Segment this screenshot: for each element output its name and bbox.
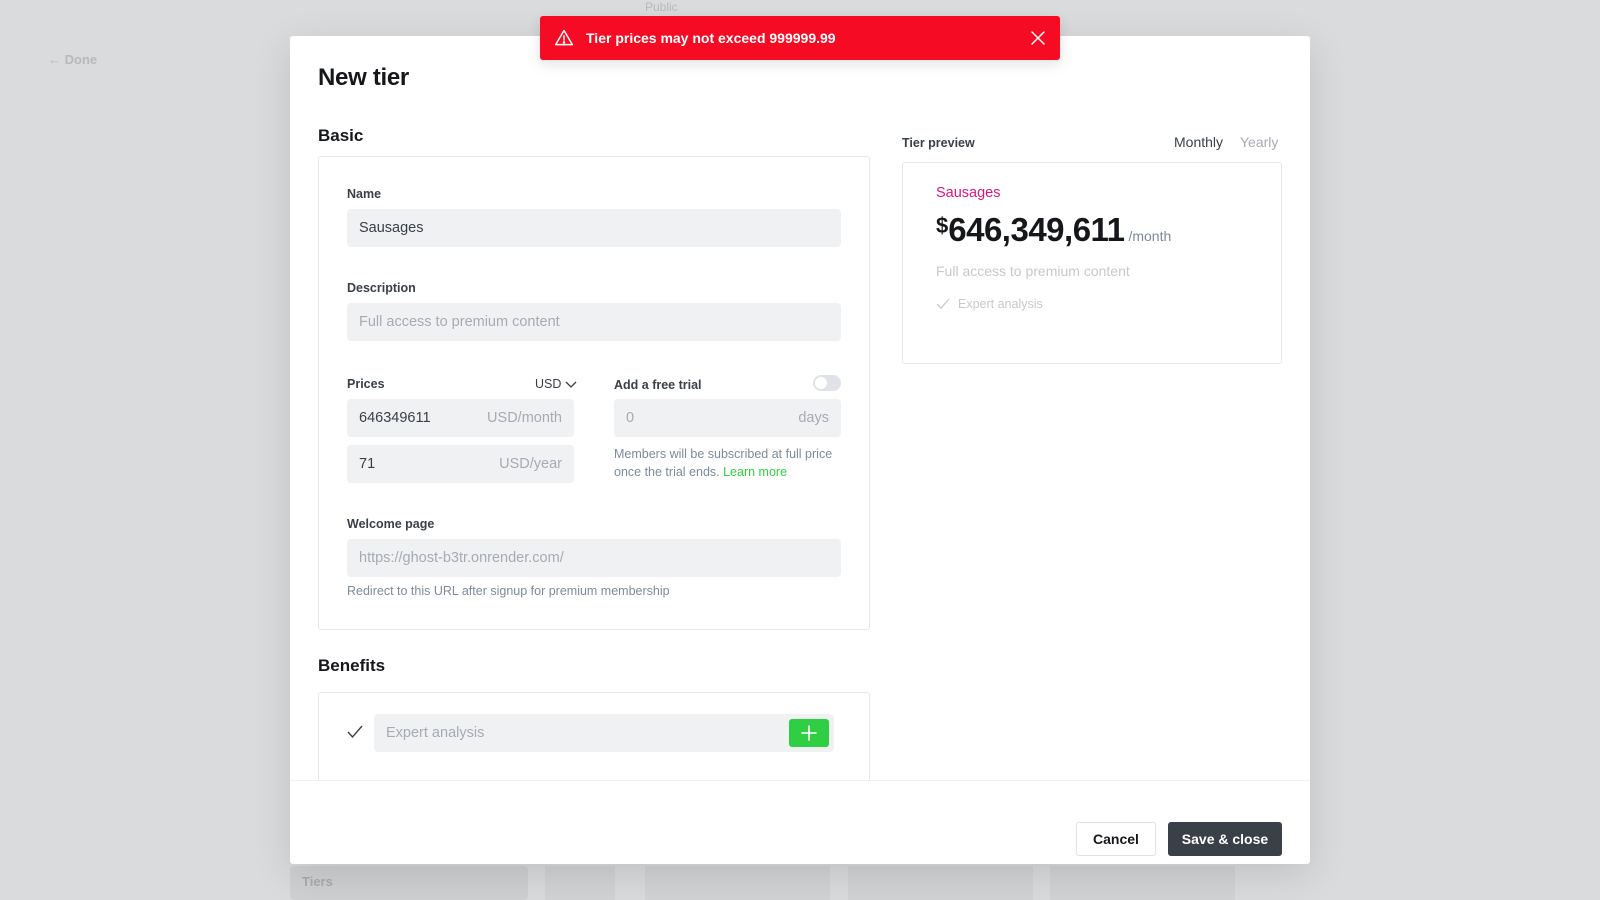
description-input[interactable]: Full access to premium content: [347, 303, 841, 341]
bg-block: [645, 866, 830, 900]
bg-block: [848, 866, 1033, 900]
monthly-price-value: 646349611: [359, 410, 431, 426]
basic-card: Name Sausages Description Full access to…: [318, 156, 870, 630]
basic-section-title: Basic: [318, 126, 364, 145]
preview-benefit-text: Expert analysis: [958, 297, 1043, 311]
trial-days-placeholder: 0: [626, 410, 635, 426]
trial-label: Add a free trial: [614, 378, 702, 392]
welcome-page-hint: Redirect to this URL after signup for pr…: [347, 584, 670, 598]
add-benefit-button[interactable]: [789, 719, 829, 747]
currency-value: USD: [535, 377, 562, 391]
monthly-price-input[interactable]: 646349611 USD/month: [347, 399, 574, 437]
preview-description: Full access to premium content: [936, 263, 1130, 279]
tiers-label: Tiers: [302, 874, 333, 889]
benefits-section-title: Benefits: [318, 656, 386, 675]
check-icon: [936, 298, 950, 310]
benefit-placeholder: Expert analysis: [386, 725, 485, 741]
error-toast: Tier prices may not exceed 999999.99: [540, 16, 1060, 60]
trial-days-input[interactable]: 0 days: [614, 399, 841, 437]
description-label: Description: [347, 281, 416, 295]
trial-toggle[interactable]: [813, 375, 841, 391]
yearly-toggle[interactable]: Yearly: [1240, 134, 1278, 150]
preview-price: $ 646,349,611 /month: [936, 211, 1171, 249]
toast-message: Tier prices may not exceed 999999.99: [586, 30, 836, 46]
yearly-price-suffix: USD/year: [499, 456, 562, 472]
bg-block: [1050, 866, 1235, 900]
save-close-button[interactable]: Save & close: [1168, 822, 1282, 856]
preview-amount: 646,349,611: [948, 211, 1125, 248]
modal-title: New tier: [318, 64, 409, 91]
footer-divider: [290, 780, 1310, 781]
trial-hint: Members will be subscribed at full price…: [614, 445, 834, 481]
welcome-page-label: Welcome page: [347, 517, 435, 531]
cancel-button[interactable]: Cancel: [1076, 822, 1156, 856]
preview-currency-symbol: $: [936, 213, 949, 238]
preview-benefit: Expert analysis: [936, 297, 1043, 311]
currency-select[interactable]: USD: [535, 377, 577, 391]
benefits-card: Expert analysis: [318, 692, 870, 782]
yearly-price-value: 71: [359, 456, 376, 472]
preview-period: /month: [1128, 228, 1172, 244]
preview-tier-name: Sausages: [936, 185, 1001, 201]
trial-days-suffix: days: [798, 410, 829, 426]
check-icon: [347, 725, 363, 739]
tiers-tab[interactable]: Tiers: [290, 866, 528, 900]
monthly-price-suffix: USD/month: [487, 410, 562, 426]
name-input-value: Sausages: [359, 220, 424, 236]
name-label: Name: [347, 187, 382, 201]
tier-preview-card: Sausages $ 646,349,611 /month Full acces…: [902, 162, 1282, 364]
public-label: Public: [645, 0, 678, 14]
welcome-page-input[interactable]: https://ghost-b3tr.onrender.com/: [347, 539, 841, 577]
name-input[interactable]: Sausages: [347, 209, 841, 247]
monthly-toggle[interactable]: Monthly: [1174, 134, 1223, 150]
benefit-input[interactable]: Expert analysis: [374, 714, 834, 752]
tier-preview-label: Tier preview: [902, 136, 975, 150]
close-icon[interactable]: [1030, 30, 1046, 46]
back-link[interactable]: ← Done: [48, 52, 97, 67]
description-placeholder: Full access to premium content: [359, 314, 560, 330]
new-tier-modal: New tier Basic Name Sausages Description…: [290, 36, 1310, 864]
bg-block: [545, 866, 615, 900]
prices-label: Prices: [347, 377, 385, 391]
plus-icon: [801, 725, 817, 741]
chevron-down-icon: [565, 381, 577, 388]
welcome-page-placeholder: https://ghost-b3tr.onrender.com/: [359, 550, 564, 566]
yearly-price-input[interactable]: 71 USD/year: [347, 445, 574, 483]
warning-icon: [554, 29, 574, 46]
learn-more-link[interactable]: Learn more: [723, 465, 787, 479]
